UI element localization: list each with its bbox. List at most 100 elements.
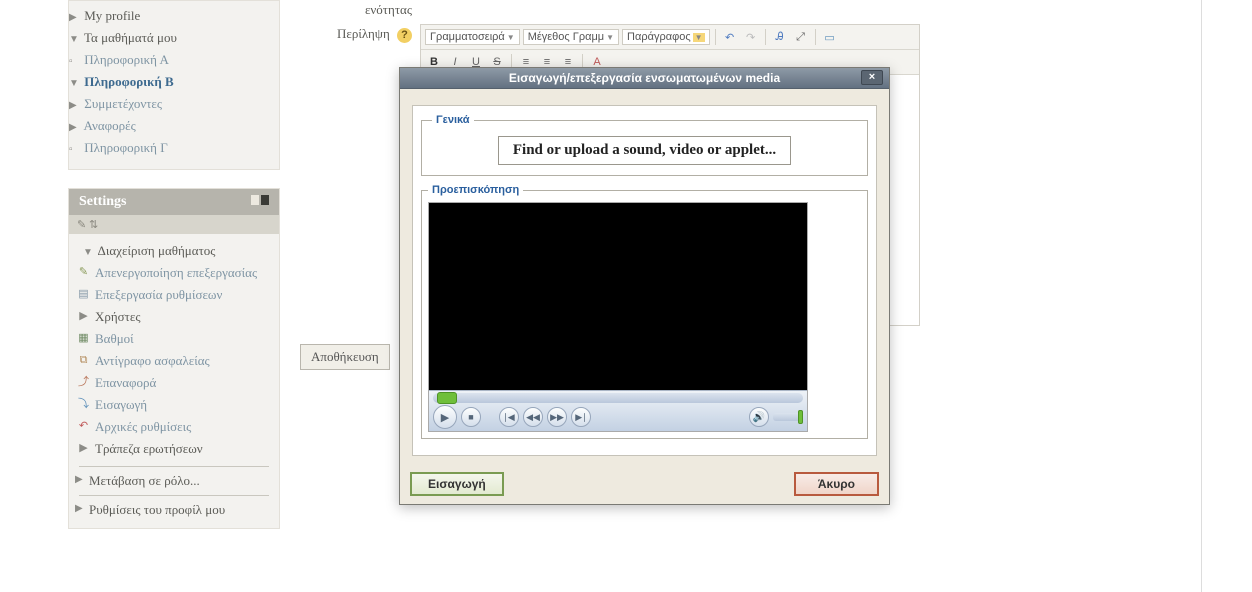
close-button[interactable]: ×: [861, 70, 883, 85]
play-button[interactable]: ▶: [433, 405, 457, 429]
settings-link[interactable]: Επαναφορά: [95, 375, 156, 390]
settings-link[interactable]: Απενεργοποίηση επεξεργασίας: [95, 265, 257, 280]
chevron-down-icon: ▼: [507, 33, 515, 42]
settings-item-turn-editing-off[interactable]: ✎ Απενεργοποίηση επεξεργασίας: [73, 262, 275, 284]
bullet-icon: ▫: [69, 56, 79, 67]
nav-link[interactable]: Πληροφορική Α: [84, 52, 169, 67]
summary-label-wrap: Περίληψη ?: [300, 24, 420, 43]
block-controls[interactable]: [249, 194, 269, 210]
video-canvas: [429, 203, 807, 390]
rewind-button[interactable]: ◀◀: [523, 407, 543, 427]
chevron-down-icon: ▼: [693, 33, 705, 42]
section-label: ενότητας: [300, 0, 420, 18]
insert-button[interactable]: Εισαγωγή: [410, 472, 504, 496]
settings-item-question-bank[interactable]: ▶ Τράπεζα ερωτήσεων: [73, 438, 275, 460]
layout-button[interactable]: ▭: [821, 28, 839, 46]
nav-item-course-b[interactable]: ▼ Πληροφορική Β: [69, 71, 273, 93]
settings-label: Διαχείριση μαθήματος: [98, 243, 216, 258]
seek-thumb[interactable]: [437, 392, 457, 404]
settings-item-import[interactable]: ⤵ Εισαγωγή: [73, 394, 275, 416]
settings-title: Settings: [79, 194, 126, 210]
settings-link[interactable]: Επεξεργασία ρυθμίσεων: [95, 287, 222, 302]
reset-icon: ↶: [77, 420, 90, 433]
dialog-titlebar[interactable]: Εισαγωγή/επεξεργασία ενσωματωμένων media…: [400, 68, 889, 89]
format-select[interactable]: Παράγραφος▼: [622, 29, 710, 45]
import-icon: ⤵: [77, 398, 90, 411]
settings-item-grades[interactable]: ▦ Βαθμοί: [73, 328, 275, 350]
find-upload-button[interactable]: Find or upload a sound, video or applet.…: [498, 136, 791, 165]
volume-thumb[interactable]: [798, 410, 803, 424]
mute-button[interactable]: 🔊: [749, 407, 769, 427]
settings-label: Χρήστες: [95, 309, 141, 324]
settings-item-backup[interactable]: ⧉ Αντίγραφο ασφαλείας: [73, 350, 275, 372]
cancel-button[interactable]: Άκυρο: [794, 472, 879, 496]
font-family-select[interactable]: Γραμματοσειρά▼: [425, 29, 520, 45]
font-size-select[interactable]: Μέγεθος Γραμμ▼: [523, 29, 619, 45]
nav-item-my-profile[interactable]: ▶ My profile: [69, 5, 273, 27]
settings-block: Settings ✎ ⇅ ▼ Διαχείριση μαθήματος ✎ Απ…: [68, 188, 280, 529]
separator: [715, 29, 716, 45]
nav-label: My profile: [84, 8, 140, 23]
forward-button[interactable]: ▶▶: [547, 407, 567, 427]
bullet-icon: ▫: [69, 144, 79, 155]
settings-section-switch-role[interactable]: ▶ Μετάβαση σε ρόλο...: [79, 466, 269, 489]
nav-link-current[interactable]: Πληροφορική Β: [84, 74, 173, 89]
settings-item-restore[interactable]: ⤴ Επαναφορά: [73, 372, 275, 394]
nav-item-course-a[interactable]: ▫ Πληροφορική Α: [69, 49, 273, 71]
separator: [815, 29, 816, 45]
collapse-icon: ▼: [69, 78, 79, 89]
dock-icon[interactable]: [251, 195, 259, 205]
toggle-fullscreen-button[interactable]: ⤢: [792, 28, 810, 46]
nav-label: Τα μαθήματά μου: [84, 30, 177, 45]
redo-button[interactable]: ↷: [742, 28, 760, 46]
hide-icon[interactable]: [261, 195, 269, 205]
general-fieldset: Γενικά Find or upload a sound, video or …: [421, 114, 868, 176]
summary-label: Περίληψη: [337, 26, 390, 41]
player-controls: ▶ ■ ∣◀ ◀◀ ▶▶ ▶∣ 🔊: [429, 390, 807, 431]
select-label: Γραμματοσειρά: [430, 31, 505, 43]
settings-item-reset[interactable]: ↶ Αρχικές ρυθμίσεις: [73, 416, 275, 438]
next-button[interactable]: ▶∣: [571, 407, 591, 427]
dialog-inner: Γενικά Find or upload a sound, video or …: [412, 105, 877, 456]
stop-button[interactable]: ■: [461, 407, 481, 427]
settings-link[interactable]: Εισαγωγή: [95, 397, 147, 412]
navigation-block: ▶ My profile ▼ Τα μαθήματά μου ▫ Πληροφο…: [68, 0, 280, 170]
undo-button[interactable]: ↶: [721, 28, 739, 46]
separator: [765, 29, 766, 45]
prev-button[interactable]: ∣◀: [499, 407, 519, 427]
media-dialog: Εισαγωγή/επεξεργασία ενσωματωμένων media…: [399, 67, 890, 505]
settings-section-profile-settings[interactable]: ▶ Ρυθμίσεις του προφίλ μου: [79, 495, 269, 518]
dialog-footer: Εισαγωγή Άκυρο: [400, 464, 889, 504]
nav-item-course-c[interactable]: ▫ Πληροφορική Γ: [69, 137, 273, 159]
nav-item-my-courses[interactable]: ▼ Τα μαθήματά μου: [69, 27, 273, 49]
settings-label: Τράπεζα ερωτήσεων: [95, 441, 203, 456]
dialog-title: Εισαγωγή/επεξεργασία ενσωματωμένων media: [509, 71, 780, 85]
edit-icon[interactable]: ✎: [77, 219, 86, 231]
nav-link[interactable]: Αναφορές: [84, 118, 136, 133]
nav-link[interactable]: Πληροφορική Γ: [84, 140, 167, 155]
settings-link[interactable]: Αντίγραφο ασφαλείας: [95, 353, 210, 368]
dialog-body: Γενικά Find or upload a sound, video or …: [400, 89, 889, 464]
nav-item-participants[interactable]: ▶ Συμμετέχοντες: [69, 93, 273, 115]
nav-item-reports[interactable]: ▶ Αναφορές: [69, 115, 273, 137]
preview-fieldset: Προεπισκόπηση ▶ ■ ∣◀: [421, 184, 868, 439]
move-icon[interactable]: ⇅: [89, 219, 98, 231]
expand-icon: ▶: [69, 12, 79, 23]
save-button[interactable]: Αποθήκευση: [300, 344, 390, 370]
settings-item-users[interactable]: ▶ Χρήστες: [73, 306, 275, 328]
pencil-icon: ✎: [77, 266, 90, 279]
settings-link[interactable]: Βαθμοί: [95, 331, 134, 346]
seek-bar[interactable]: [433, 393, 803, 403]
restore-icon: ⤴: [77, 376, 90, 389]
settings-link[interactable]: Αρχικές ρυθμίσεις: [95, 419, 191, 434]
settings-section-course-admin[interactable]: ▼ Διαχείριση μαθήματος: [73, 240, 275, 262]
settings-item-edit-settings[interactable]: ▤ Επεξεργασία ρυθμίσεων: [73, 284, 275, 306]
help-icon[interactable]: ?: [397, 28, 412, 43]
volume-slider[interactable]: [773, 413, 803, 421]
nav-link[interactable]: Συμμετέχοντες: [84, 96, 162, 111]
collapse-icon: ▼: [83, 247, 93, 258]
select-label: Παράγραφος: [627, 31, 691, 43]
settings-subheader: ✎ ⇅: [69, 215, 279, 234]
preview-legend: Προεπισκόπηση: [428, 184, 523, 196]
find-replace-button[interactable]: Ꭿ: [771, 28, 789, 46]
